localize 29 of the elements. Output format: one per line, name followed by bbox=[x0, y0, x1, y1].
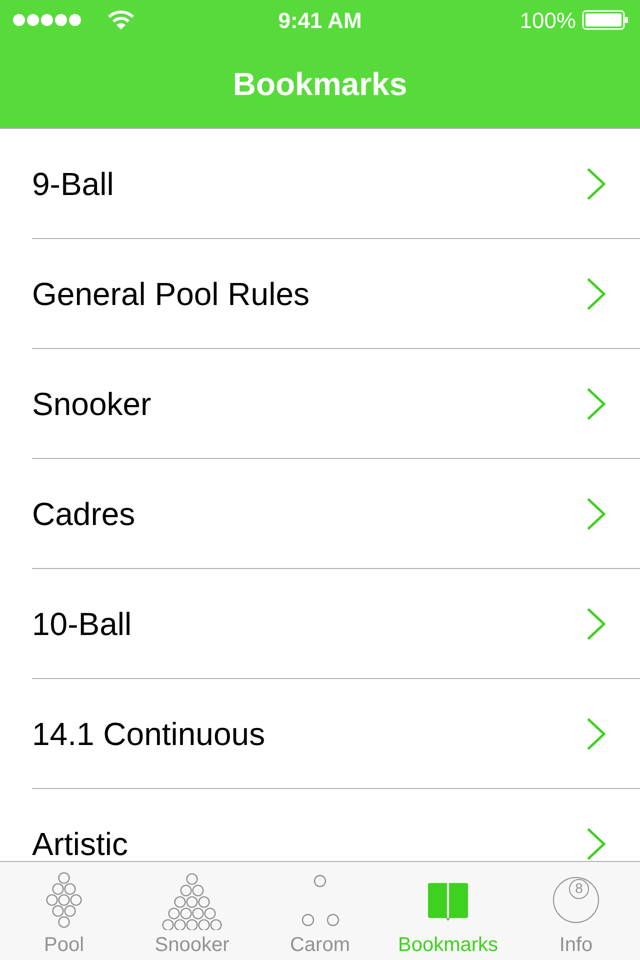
status-time: 9:41 AM bbox=[278, 6, 362, 34]
ball-triangle-icon bbox=[162, 870, 222, 930]
battery-icon bbox=[582, 10, 628, 30]
ball-number: 8 bbox=[569, 879, 589, 899]
list-row[interactable]: 10-Ball bbox=[32, 569, 640, 679]
battery-percent: 100% bbox=[520, 6, 576, 34]
chevron-icon bbox=[586, 276, 606, 310]
row-label: Artistic bbox=[32, 825, 129, 861]
chevron-icon bbox=[586, 606, 606, 640]
list-row[interactable]: General Pool Rules bbox=[32, 239, 640, 349]
chevron-icon bbox=[586, 716, 606, 750]
list-row[interactable]: Cadres bbox=[32, 459, 640, 569]
row-label: Cadres bbox=[32, 494, 136, 534]
row-label: 9-Ball bbox=[32, 164, 115, 204]
row-label: 14.1 Continuous bbox=[32, 714, 266, 754]
nav-title: Bookmarks bbox=[232, 65, 408, 104]
wifi-icon bbox=[108, 10, 134, 30]
list-row[interactable]: 9-Ball bbox=[32, 129, 640, 239]
list-row[interactable]: Artistic bbox=[32, 789, 640, 861]
signal-icon bbox=[12, 13, 82, 27]
row-label: General Pool Rules bbox=[32, 274, 310, 314]
chevron-icon bbox=[586, 827, 606, 861]
chevron-icon bbox=[586, 386, 606, 420]
row-label: Snooker bbox=[32, 384, 152, 424]
list-row[interactable]: 14.1 Continuous bbox=[32, 679, 640, 789]
list-row[interactable]: Snooker bbox=[32, 349, 640, 459]
chevron-icon bbox=[586, 496, 606, 530]
row-label: 10-Ball bbox=[32, 604, 133, 644]
chevron-icon bbox=[586, 166, 606, 200]
